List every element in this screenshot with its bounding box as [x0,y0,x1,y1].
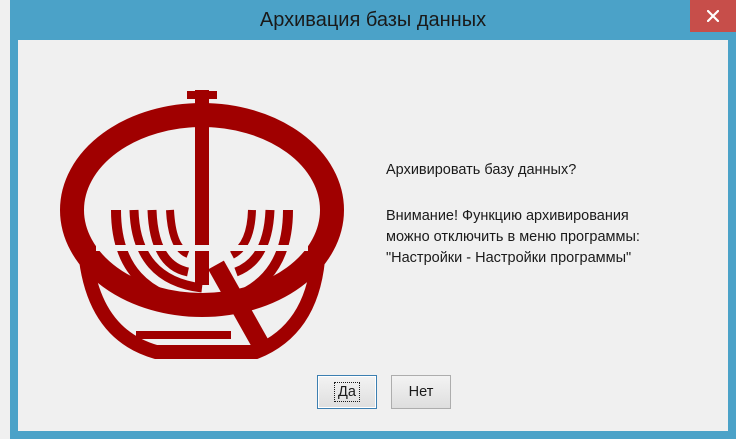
window-title: Архивация базы данных [259,9,487,31]
desktop-background [0,0,10,439]
yes-button[interactable]: Да [317,375,377,409]
warning-line-2: можно отключить в меню программы: [386,229,640,245]
database-archive-emblem-icon [60,90,344,359]
warning-line-3: "Настройки - Настройки программы" [386,250,632,266]
message-text: Архивировать базу данных? Внимание! Функ… [386,160,736,269]
title-bar[interactable]: Архивация базы данных [10,0,736,40]
dialog-body: Архивировать базу данных? Внимание! Функ… [18,40,728,431]
close-button[interactable] [690,0,736,32]
no-button[interactable]: Нет [391,375,451,409]
no-button-label: Нет [408,384,434,400]
yes-button-label: Да [334,382,360,402]
question-text: Архивировать базу данных? [386,162,577,178]
close-icon [707,10,719,22]
warning-line-1: Внимание! Функцию архивирования [386,208,629,224]
archive-dialog: Архивация базы данных Архивировать базу … [10,0,736,439]
